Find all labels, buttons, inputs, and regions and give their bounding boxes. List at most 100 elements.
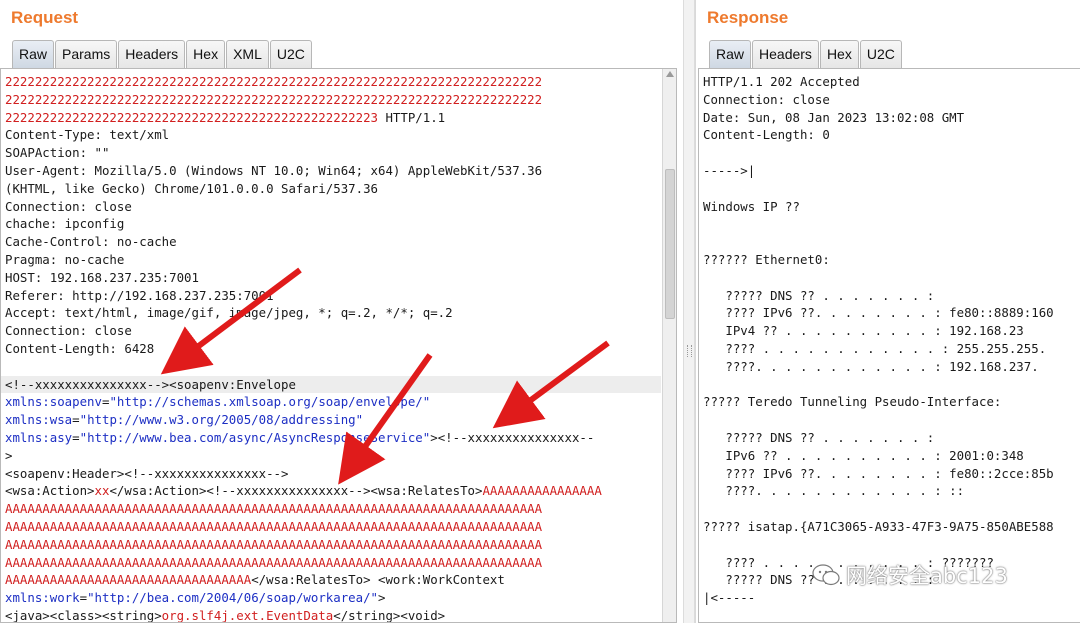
request-text-segment: chache: ipconfig — [5, 216, 125, 232]
request-line: 2222222222222222222222222222222222222222… — [5, 109, 661, 127]
request-line: 2222222222222222222222222222222222222222… — [5, 73, 661, 91]
request-text-segment: xmlns:work — [5, 590, 80, 606]
response-tab-headers[interactable]: Headers — [752, 40, 819, 68]
response-line — [703, 500, 1054, 518]
request-text-segment: Content-Type: text/xml — [5, 127, 170, 143]
response-line: ????? isatap.{A71C3065-A933-47F3-9A75-85… — [703, 518, 1054, 534]
request-line: (KHTML, like Gecko) Chrome/101.0.0.0 Saf… — [5, 180, 661, 198]
request-line: <java><class><string>org.slf4j.ext.Event… — [5, 607, 661, 623]
request-text-segment: 2222222222222222222222222222222222222222… — [5, 109, 378, 125]
request-editor[interactable]: 2222222222222222222222222222222222222222… — [0, 68, 677, 623]
response-tab-hex[interactable]: Hex — [819, 40, 859, 68]
request-line: AAAAAAAAAAAAAAAAAAAAAAAAAAAAAAAAAAAAAAAA… — [5, 500, 661, 518]
response-line: Content-Length: 0 — [703, 127, 830, 143]
response-line: ????. . . . . . . . . . . . : :: — [703, 483, 965, 499]
request-text-segment: HTTP/1.1 — [378, 109, 446, 125]
request-text-segment: </string><void> — [333, 607, 446, 623]
request-text-segment: "http://bea.com/2004/06/soap/workarea/" — [87, 590, 379, 606]
request-tab-u2c[interactable]: U2C — [269, 40, 312, 68]
response-tab-u2c[interactable]: U2C — [859, 40, 902, 68]
response-line — [703, 233, 1054, 251]
request-text-segment: AAAAAAAAAAAAAAAAAAAAAAAAAAAAAAAAAAAAAAAA… — [5, 554, 543, 570]
request-tab-headers[interactable]: Headers — [118, 40, 186, 68]
request-line: <wsa:Action>xx</wsa:Action><!--xxxxxxxxx… — [5, 482, 661, 500]
request-text-segment: AAAAAAAAAAAAAAAAAAAAAAAAAAAAAAAAA — [5, 572, 252, 588]
splitter-grip-icon[interactable] — [687, 345, 692, 357]
request-line: Content-Length: 6428 — [5, 340, 661, 358]
request-line: HOST: 192.168.237.235:7001 — [5, 269, 661, 287]
request-tab-xml[interactable]: XML — [226, 40, 269, 68]
request-line: Connection: close — [5, 198, 661, 216]
request-text-segment: Cache-Control: no-cache — [5, 234, 177, 250]
scroll-up-arrow-icon[interactable] — [666, 71, 674, 77]
request-line: Pragma: no-cache — [5, 251, 661, 269]
request-text-segment: Content-Length: 6428 — [5, 340, 155, 356]
request-text-segment: xmlns:soapenv — [5, 394, 102, 410]
request-line: SOAPAction: "" — [5, 144, 661, 162]
request-text-segment: = — [72, 429, 80, 445]
burp-repeater-window: Request Raw Params Headers Hex XML U2C 222222… — [0, 0, 1080, 623]
request-tab-params[interactable]: Params — [55, 40, 118, 68]
request-line: User-Agent: Mozilla/5.0 (Windows NT 10.0… — [5, 162, 661, 180]
request-pane: Request Raw Params Headers Hex XML U2C 222222… — [0, 0, 683, 623]
response-body-text[interactable]: HTTP/1.1 202 Accepted Connection: close Da… — [703, 73, 1054, 607]
request-tabs: Raw Params Headers Hex XML U2C — [12, 40, 313, 68]
response-line: IPv6 ?? . . . . . . . . . . : 2001:0:348 — [703, 447, 1024, 463]
request-line: AAAAAAAAAAAAAAAAAAAAAAAAAAAAAAAAAAAAAAAA… — [5, 554, 661, 572]
response-line: ???? IPv6 ??. . . . . . . . : fe80::2cce… — [703, 465, 1054, 481]
request-line: xmlns:work="http://bea.com/2004/06/soap/… — [5, 589, 661, 607]
response-tab-raw[interactable]: Raw — [709, 40, 752, 68]
request-tab-raw[interactable]: Raw — [12, 40, 55, 68]
request-text-segment: AAAAAAAAAAAAAAAAAAAAAAAAAAAAAAAAAAAAAAAA… — [5, 518, 543, 534]
response-line — [703, 215, 1054, 233]
response-line — [703, 536, 1054, 554]
request-text-segment: AAAAAAAAAAAAAAAA — [482, 483, 602, 499]
request-text-segment: = — [79, 590, 88, 606]
response-line: ????. . . . . . . . . . . . : 192.168.23… — [703, 358, 1039, 374]
request-text-segment: Referer: http://192.168.237.235:7001 — [5, 287, 274, 303]
request-text-segment: > — [5, 447, 13, 463]
response-line: Date: Sun, 08 Jan 2023 13:02:08 GMT — [703, 109, 965, 125]
request-tab-hex[interactable]: Hex — [186, 40, 226, 68]
response-editor[interactable]: HTTP/1.1 202 Accepted Connection: close Da… — [698, 68, 1080, 623]
wechat-icon — [812, 564, 840, 586]
response-pane: Response Raw Headers Hex U2C HTTP/1.1 202 A… — [695, 0, 1080, 623]
request-line: 2222222222222222222222222222222222222222… — [5, 91, 661, 109]
response-line: ????? Teredo Tunneling Pseudo-Interface: — [703, 394, 1002, 410]
request-text-segment: <!--xxxxxxxxxxxxxxx--> — [5, 376, 170, 392]
request-line: Cache-Control: no-cache — [5, 233, 661, 251]
request-text-segment: "http://www.w3.org/2005/08/addressing" — [79, 412, 364, 428]
request-text-segment: HOST: 192.168.237.235:7001 — [5, 269, 199, 285]
request-scrollbar[interactable] — [662, 69, 676, 622]
response-line: ???? . . . . . . . . . . . . : 255.255.2… — [703, 340, 1047, 356]
request-body-text[interactable]: 2222222222222222222222222222222222222222… — [1, 73, 661, 623]
request-line: Content-Type: text/xml — [5, 126, 661, 144]
response-line: Connection: close — [703, 91, 830, 107]
request-line — [5, 358, 661, 376]
request-title: Request — [11, 8, 79, 27]
request-text-segment: ><!--xxxxxxxxxxxxxxx-- — [430, 429, 595, 445]
request-text-segment: xmlns:wsa — [5, 412, 73, 428]
request-text-segment: 2222222222222222222222222222222222222222… — [5, 91, 543, 107]
response-title: Response — [707, 8, 789, 27]
request-text-segment: 2222222222222222222222222222222222222222… — [5, 74, 543, 89]
request-line: AAAAAAAAAAAAAAAAAAAAAAAAAAAAAAAAA</wsa:R… — [5, 571, 661, 589]
response-line: IPv4 ?? . . . . . . . . . . : 192.168.23 — [703, 323, 1024, 339]
scrollbar-thumb[interactable] — [665, 169, 675, 319]
request-text-segment: Accept: text/html, image/gif, image/jpeg… — [5, 305, 453, 321]
request-text-segment: <soapenv:Envelope — [169, 376, 296, 392]
response-line: ?????? Ethernet0: — [703, 251, 830, 267]
request-text-segment: <java><class><string> — [5, 607, 162, 623]
response-line — [703, 411, 1054, 429]
request-text-segment: Pragma: no-cache — [5, 251, 125, 267]
response-line: ----->| — [703, 162, 756, 178]
request-text-segment: org.slf4j.ext.EventData — [161, 607, 334, 623]
response-line — [703, 269, 1054, 287]
watermark-text: 网络安全abc123 — [846, 564, 1008, 588]
pane-splitter[interactable] — [683, 0, 695, 623]
request-text-segment: "http://www.bea.com/async/AsyncResponseS… — [79, 429, 431, 445]
request-text-segment: xx — [94, 483, 110, 499]
response-line: ???? IPv6 ??. . . . . . . . : fe80::8889… — [703, 305, 1054, 321]
request-text-segment: > — [378, 590, 386, 606]
request-text-segment: Connection: close — [5, 198, 132, 214]
